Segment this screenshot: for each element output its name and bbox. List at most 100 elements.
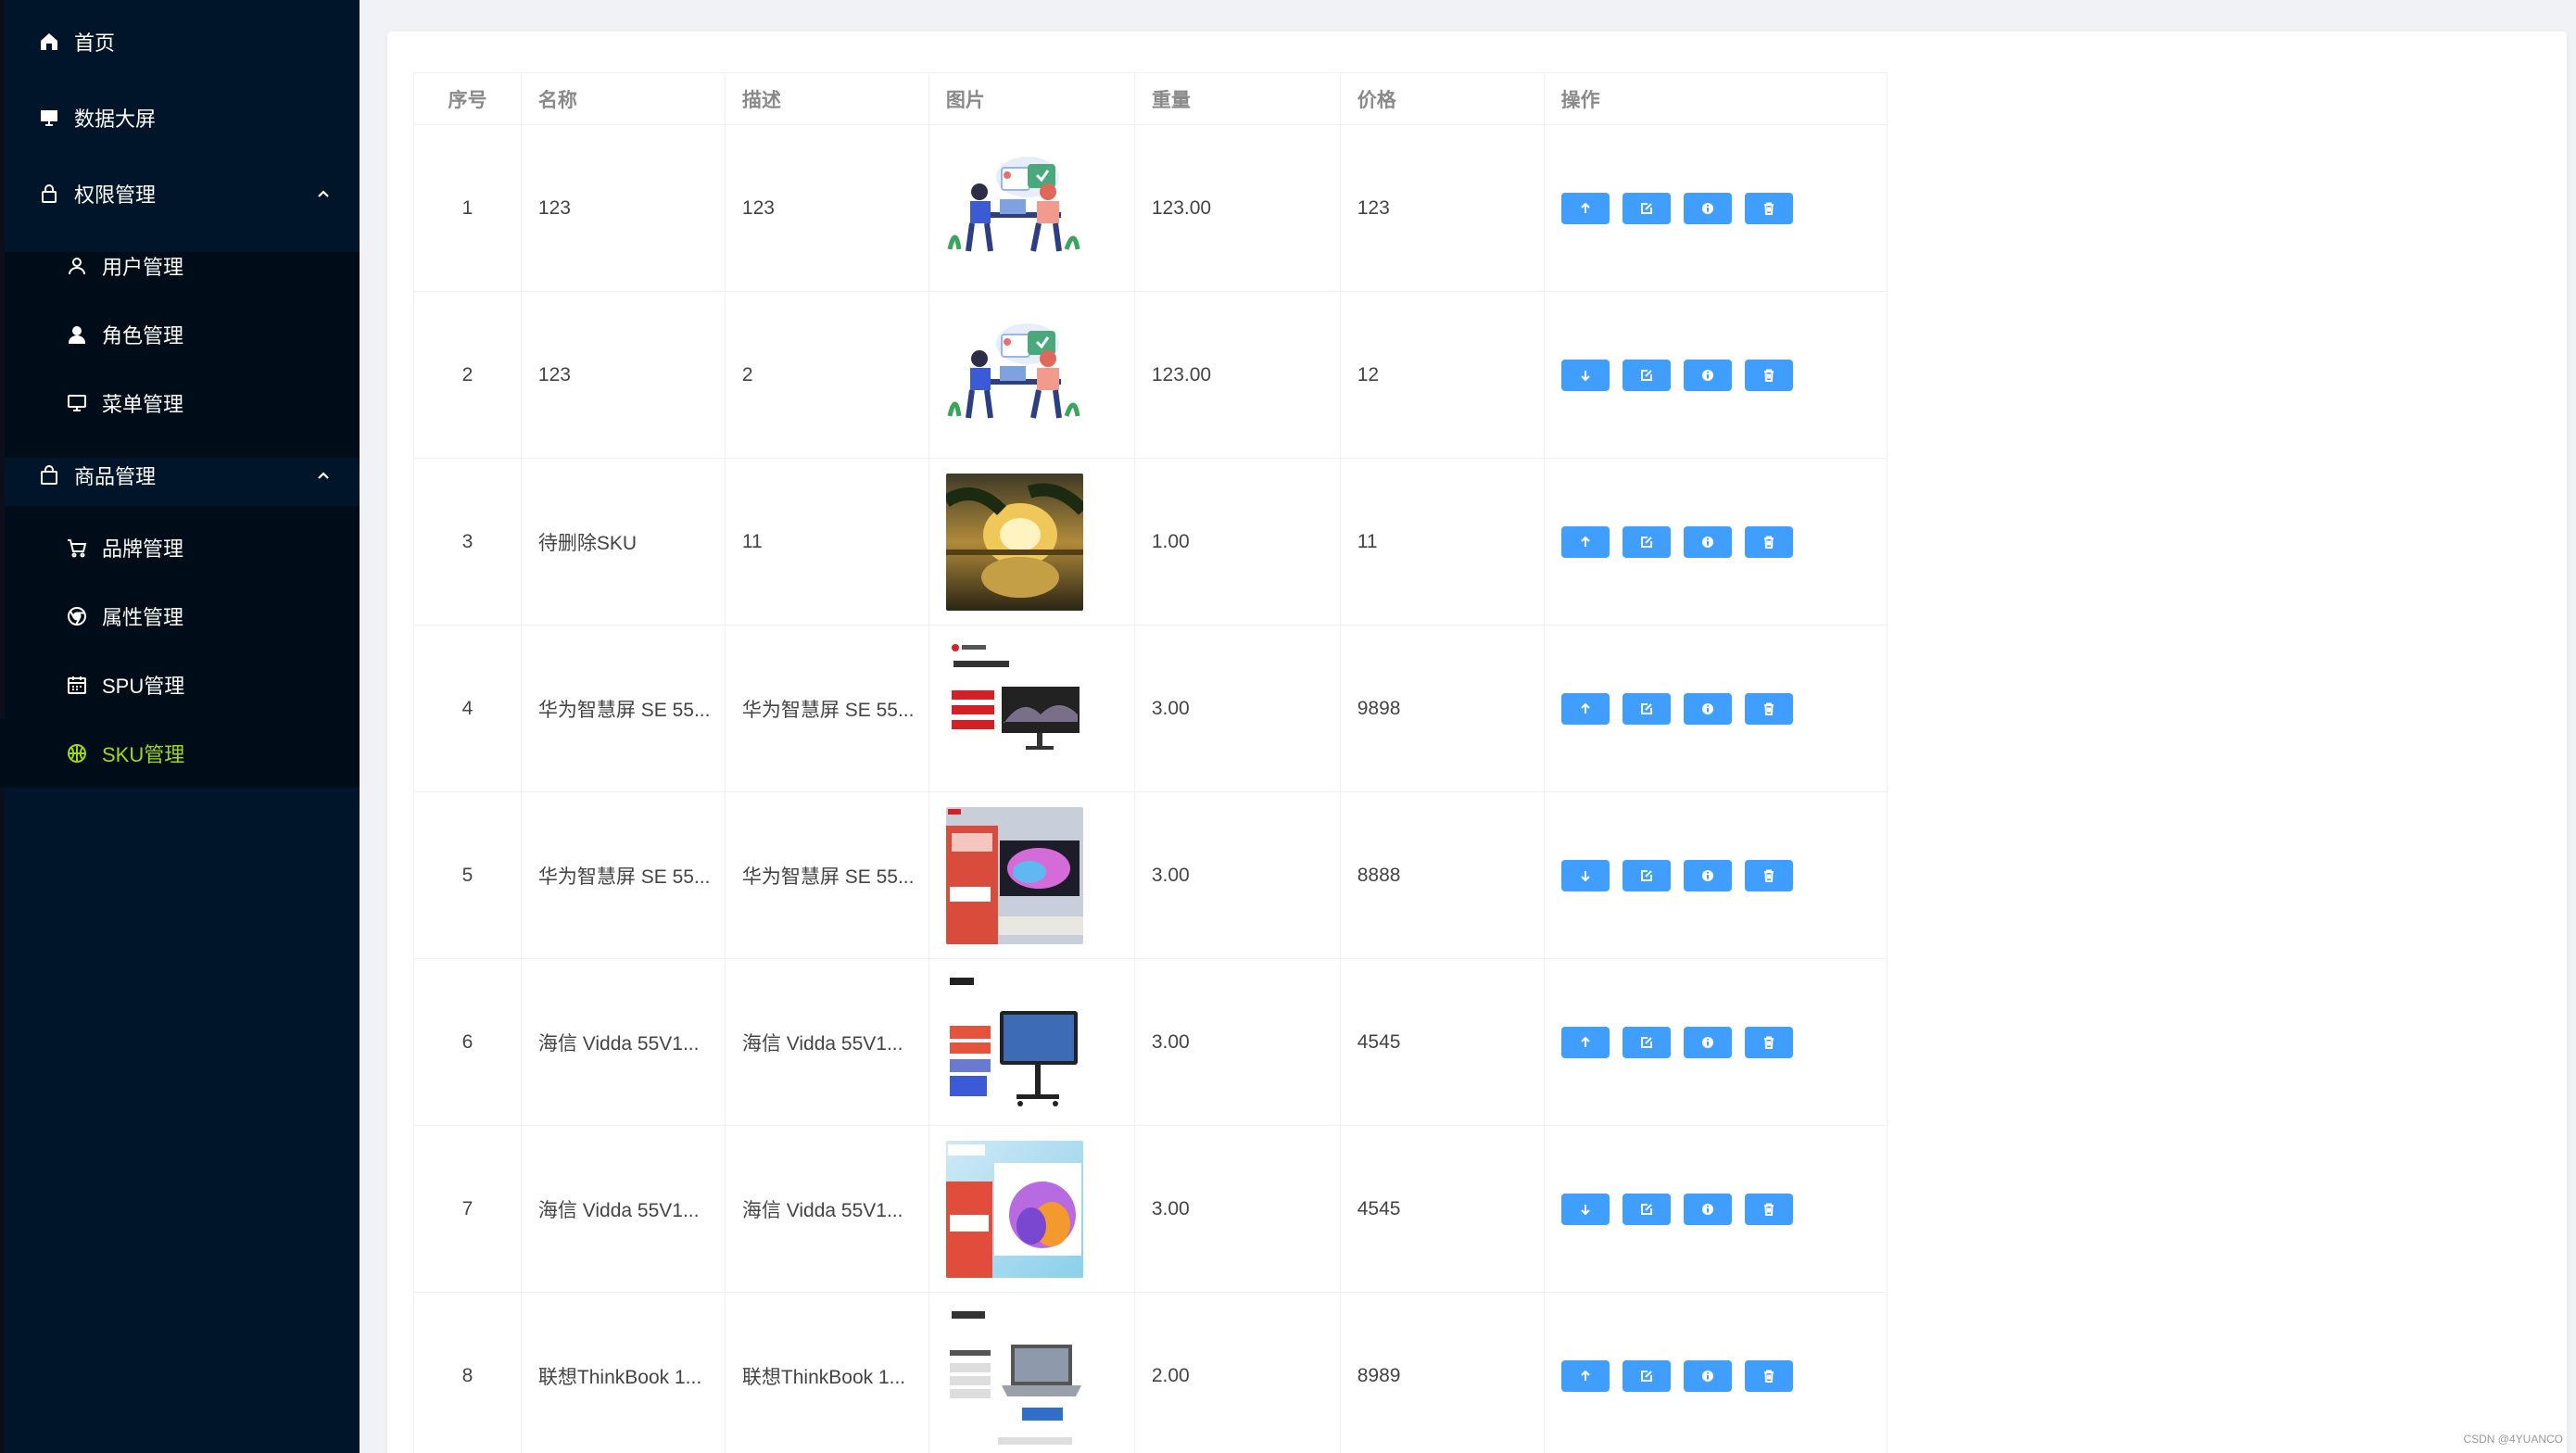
cell-weight: 1.00	[1133, 458, 1341, 625]
info-button[interactable]	[1683, 1193, 1732, 1225]
cell-weight: 123.00	[1133, 291, 1341, 459]
cell-name: 海信 Vidda 55V1...	[520, 1125, 726, 1293]
cell-name: 123	[520, 291, 726, 459]
edit-icon	[1640, 369, 1652, 381]
toggle-sale-button[interactable]	[1560, 359, 1610, 391]
delete-button[interactable]	[1744, 692, 1793, 725]
chevron-up-icon	[315, 184, 332, 201]
delete-icon	[1763, 536, 1774, 549]
sidebar-item-permission[interactable]: 权限管理	[0, 159, 360, 228]
edit-button[interactable]	[1622, 859, 1671, 891]
column-header-index: 序号	[413, 72, 522, 125]
cell-image	[928, 291, 1135, 459]
arrow-up-icon	[1580, 1036, 1590, 1047]
edit-button[interactable]	[1622, 1193, 1671, 1225]
delete-button[interactable]	[1744, 1193, 1793, 1225]
toggle-sale-button[interactable]	[1560, 525, 1610, 558]
info-button[interactable]	[1683, 192, 1732, 224]
sidebar-item-label: 权限管理	[74, 183, 157, 207]
delete-button[interactable]	[1744, 1359, 1793, 1392]
cell-name: 待删除SKU	[520, 458, 726, 625]
edit-button[interactable]	[1622, 359, 1671, 391]
delete-icon	[1763, 202, 1774, 215]
cell-description: 海信 Vidda 55V1...	[724, 1125, 929, 1293]
cell-description: 11	[724, 458, 929, 625]
sidebar-item-label: 首页	[74, 32, 116, 55]
table-row: 2 123 2 123.00 12	[413, 291, 2541, 459]
info-button[interactable]	[1683, 692, 1732, 725]
cell-image	[928, 791, 1135, 959]
cell-actions	[1543, 124, 1888, 292]
edit-button[interactable]	[1622, 692, 1671, 725]
cell-description: 联想ThinkBook 1...	[724, 1292, 929, 1453]
toggle-sale-button[interactable]	[1560, 192, 1610, 224]
column-header-image: 图片	[928, 72, 1135, 125]
sidebar-item-home[interactable]: 首页	[0, 7, 360, 76]
sidebar-item-product[interactable]: 商品管理	[0, 441, 360, 510]
sidebar-item-label: 商品管理	[74, 465, 157, 488]
edit-icon	[1640, 869, 1652, 881]
toggle-sale-button[interactable]	[1560, 692, 1610, 725]
delete-button[interactable]	[1744, 1026, 1793, 1058]
watermark: CSDN @4YUANCO	[2463, 1433, 2563, 1446]
monitor-icon	[65, 391, 89, 415]
delete-button[interactable]	[1744, 859, 1793, 891]
info-icon	[1701, 536, 1713, 548]
info-icon	[1701, 702, 1713, 714]
cell-name: 123	[520, 124, 726, 292]
toggle-sale-button[interactable]	[1560, 859, 1610, 891]
info-button[interactable]	[1683, 359, 1732, 391]
cell-actions	[1543, 958, 1888, 1126]
info-button[interactable]	[1683, 525, 1732, 558]
sidebar-item-attribute-management[interactable]: 属性管理	[0, 582, 360, 651]
sidebar-item-user-management[interactable]: 用户管理	[0, 232, 360, 300]
table-row: 1 123 123 123.00 123	[413, 124, 2541, 292]
cell-image	[928, 124, 1135, 292]
sidebar-item-data-screen[interactable]: 数据大屏	[0, 83, 360, 152]
toggle-sale-button[interactable]	[1560, 1359, 1610, 1392]
sidebar-item-role-management[interactable]: 角色管理	[0, 300, 360, 369]
info-button[interactable]	[1683, 859, 1732, 891]
edit-button[interactable]	[1622, 525, 1671, 558]
sidebar-item-brand-management[interactable]: 品牌管理	[0, 513, 360, 582]
cell-image	[928, 458, 1135, 625]
info-icon	[1701, 1203, 1713, 1215]
cell-price: 11	[1339, 458, 1545, 625]
sidebar-item-spu-management[interactable]: SPU管理	[0, 651, 360, 719]
info-button[interactable]	[1683, 1359, 1732, 1392]
cell-price: 4545	[1339, 958, 1545, 1126]
monitor-icon	[37, 106, 61, 130]
info-icon	[1701, 869, 1713, 881]
info-button[interactable]	[1683, 1026, 1732, 1058]
cell-image	[928, 625, 1135, 792]
toggle-sale-button[interactable]	[1560, 1026, 1610, 1058]
cell-weight: 3.00	[1133, 791, 1341, 959]
lock-icon	[37, 182, 61, 206]
arrow-up-icon	[1580, 202, 1590, 213]
edit-button[interactable]	[1622, 1026, 1671, 1058]
delete-button[interactable]	[1744, 359, 1793, 391]
cell-image	[928, 958, 1135, 1126]
cell-index: 4	[413, 625, 522, 792]
sidebar-item-sku-management[interactable]: SKU管理	[0, 719, 360, 788]
cell-price: 123	[1339, 124, 1545, 292]
cell-image	[928, 1292, 1135, 1453]
user-filled-icon	[65, 322, 89, 347]
edit-button[interactable]	[1622, 1359, 1671, 1392]
delete-button[interactable]	[1744, 192, 1793, 224]
vidda-tv-image	[945, 1140, 1083, 1278]
cell-index: 6	[413, 958, 522, 1126]
table-filler	[1887, 125, 2540, 292]
cell-name: 联想ThinkBook 1...	[520, 1292, 726, 1453]
table-row: 5 华为智慧屏 SE 55... 华为智慧屏 SE 55... 3.00 888…	[413, 791, 2541, 959]
delete-button[interactable]	[1744, 525, 1793, 558]
cell-name: 华为智慧屏 SE 55...	[520, 625, 726, 792]
cell-image	[928, 1125, 1135, 1293]
edit-button[interactable]	[1622, 192, 1671, 224]
huawei-tv-image	[945, 806, 1083, 944]
table-filler	[1887, 792, 2540, 959]
sidebar-item-menu-management[interactable]: 菜单管理	[0, 369, 360, 437]
delete-icon	[1763, 1203, 1774, 1216]
toggle-sale-button[interactable]	[1560, 1193, 1610, 1225]
table-filler	[1887, 959, 2540, 1126]
